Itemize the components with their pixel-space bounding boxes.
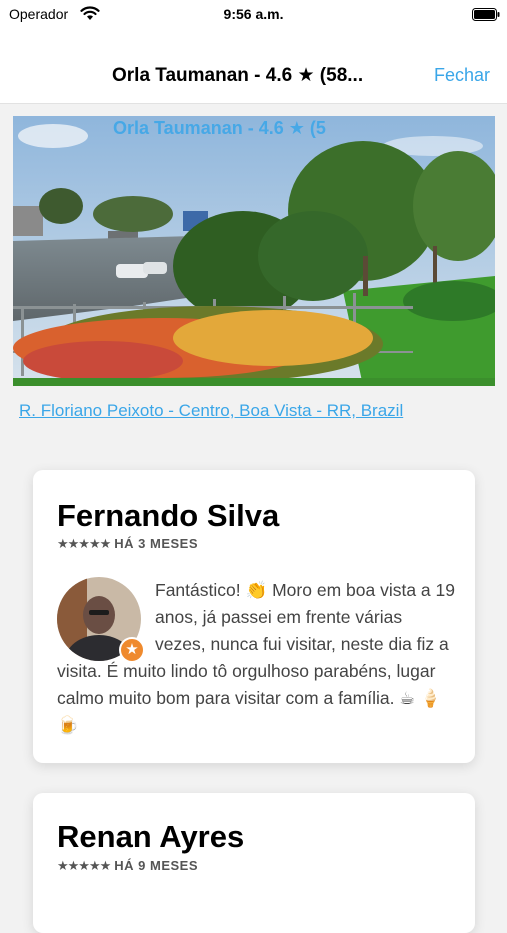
review-card: Fernando Silva ★★★★★ HÁ 3 MESES Fantástic… — [33, 470, 475, 763]
photo-title-overlay: Orla Taumanan - 4.6 ★ (5 — [113, 118, 326, 138]
close-button[interactable]: Fechar — [434, 65, 490, 86]
review-meta: ★★★★★ HÁ 3 MESES — [57, 536, 198, 552]
top-bar: Operador 9:56 a.m. Orla Taumanan - 4.6 ★… — [0, 0, 507, 104]
review-meta: ★★★★★ HÁ 9 MESES — [57, 858, 198, 874]
rating-stars-icon: ★★★★★ — [57, 858, 111, 873]
review-author: Fernando Silva — [57, 498, 280, 533]
nav-title: Orla Taumanan - 4.6 ★ (58... — [112, 65, 364, 86]
battery-icon — [472, 8, 500, 21]
review-author: Renan Ayres — [57, 819, 245, 854]
star-badge-icon: ★ — [119, 637, 145, 663]
rating-stars-icon: ★★★★★ — [57, 536, 111, 551]
review-time: HÁ 3 MESES — [114, 536, 199, 551]
address-link[interactable]: R. Floriano Peixoto - Centro, Boa Vista … — [19, 401, 403, 421]
place-photo: Orla Taumanan - 4.6 ★ (5 — [13, 116, 495, 386]
avatar[interactable]: ★ — [57, 577, 145, 663]
place-photo-image — [13, 116, 495, 386]
review-card: Renan Ayres ★★★★★ HÁ 9 MESES — [33, 793, 475, 933]
review-time: HÁ 9 MESES — [114, 858, 199, 873]
status-time: 9:56 a.m. — [223, 6, 284, 22]
status-bar: Operador 9:56 a.m. — [0, 0, 507, 30]
